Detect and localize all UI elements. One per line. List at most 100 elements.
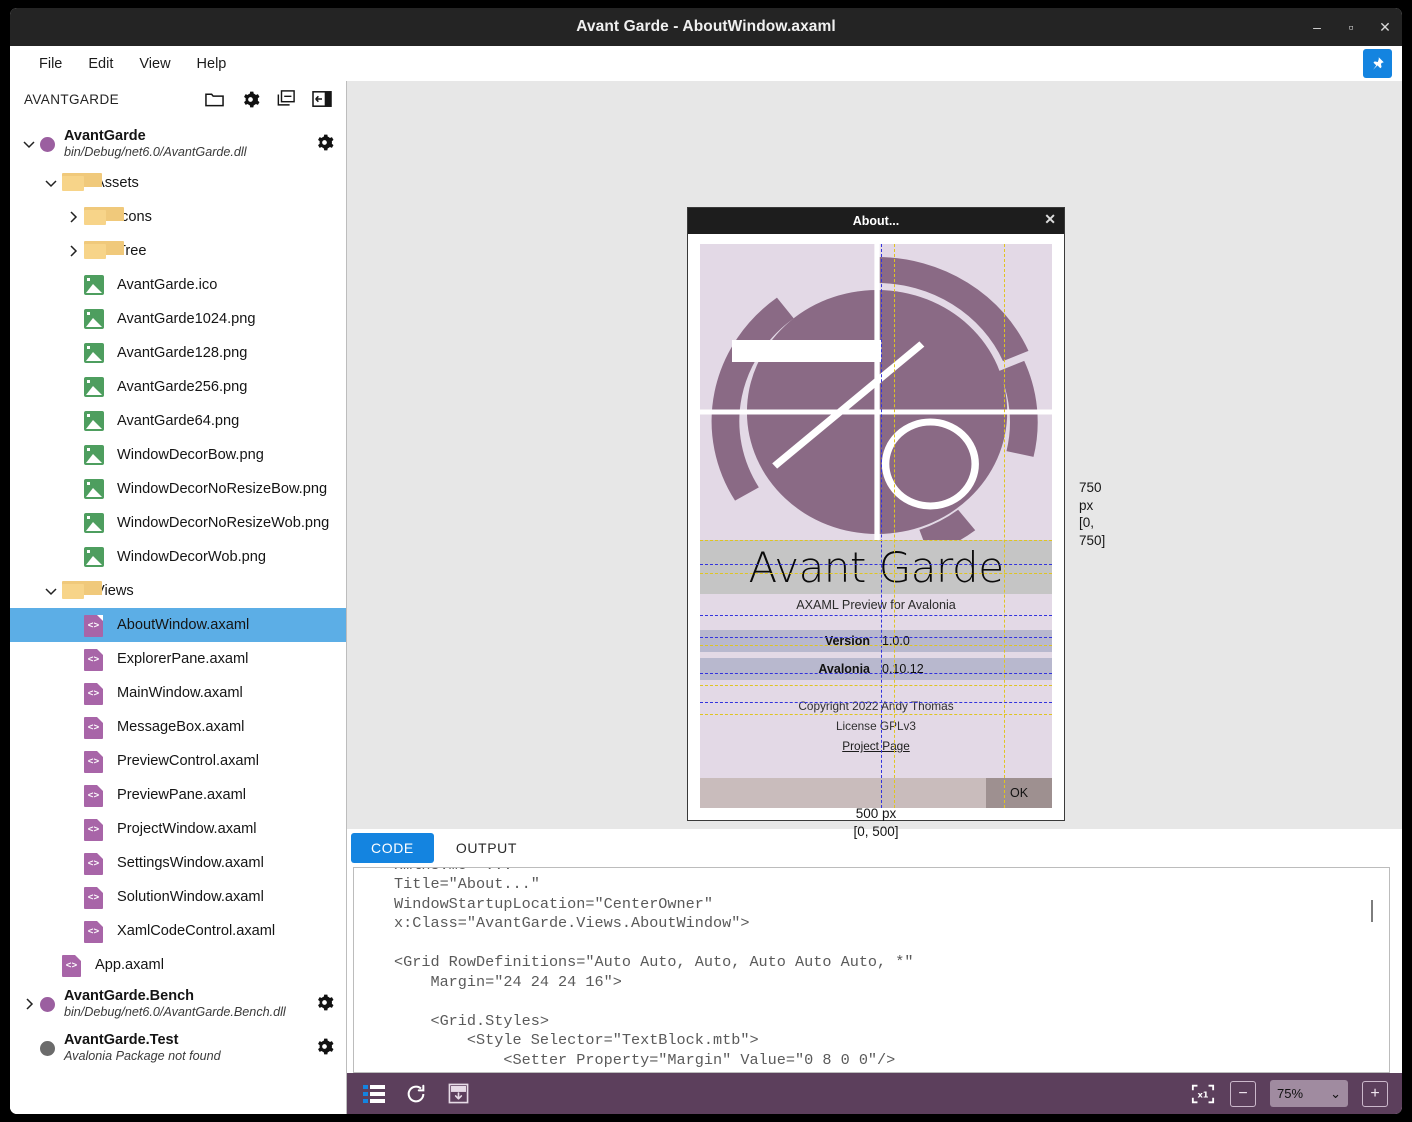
tree-item[interactable]: AvantGarde128.png	[10, 336, 346, 370]
image-file-icon	[84, 376, 104, 397]
tree-item[interactable]: AvantGarde1024.png	[10, 302, 346, 336]
chevron-down-icon: ⌄	[1330, 1085, 1341, 1101]
file-icon-slot: <>	[84, 920, 108, 943]
tree-item[interactable]: Tree	[10, 234, 346, 268]
tab-code[interactable]: CODE	[351, 833, 434, 863]
project-path: bin/Debug/net6.0/AvantGarde.Bench.dll	[64, 1005, 286, 1020]
code-editor[interactable]: xmlns:mc="..." Title="About..." WindowSt…	[353, 867, 1390, 1073]
tree-item[interactable]: <> PreviewControl.axaml	[10, 744, 346, 778]
project-page-link[interactable]: Project Page	[700, 736, 1052, 756]
tree-item-label: SolutionWindow.axaml	[117, 889, 264, 905]
file-icon-slot	[84, 308, 108, 330]
zoom-in-button[interactable]: +	[1362, 1080, 1388, 1107]
tree-item-label: AvantGarde128.png	[117, 345, 248, 361]
tree-item-label: App.axaml	[95, 957, 164, 973]
tree-item[interactable]: AvantGarde bin/Debug/net6.0/AvantGarde.dl…	[10, 122, 346, 166]
maximize-button[interactable]: ▫	[1334, 8, 1368, 46]
tree-item[interactable]: WindowDecorNoResizeWob.png	[10, 506, 346, 540]
application-window: Avant Garde - AboutWindow.axaml – ▫ ✕ Fi…	[10, 8, 1402, 1114]
tree-item[interactable]: <> MessageBox.axaml	[10, 710, 346, 744]
collapse-all-icon[interactable]	[276, 89, 296, 109]
tree-item-label: MainWindow.axaml	[117, 685, 243, 701]
tree-item[interactable]: Icons	[10, 200, 346, 234]
tree-item[interactable]: WindowDecorBow.png	[10, 438, 346, 472]
preview-viewport: About... ✕ Avant Garde AXAML Preview for…	[687, 207, 1105, 839]
zoom-out-button[interactable]: −	[1230, 1080, 1256, 1107]
chevron-right-icon[interactable]	[18, 997, 40, 1011]
chevron-down-icon[interactable]	[40, 176, 62, 190]
dimension-width-px: 500 px	[855, 806, 897, 821]
settings-gear-icon[interactable]	[240, 89, 260, 109]
tree-item-selected[interactable]: <> AboutWindow.axaml	[10, 608, 346, 642]
menu-file[interactable]: File	[26, 52, 75, 76]
fit-to-actual-size-icon[interactable]: x1	[1190, 1081, 1216, 1107]
project-tree[interactable]: AvantGarde bin/Debug/net6.0/AvantGarde.dl…	[10, 117, 346, 1114]
tree-item[interactable]: WindowDecorWob.png	[10, 540, 346, 574]
file-icon-slot	[84, 478, 108, 500]
tree-item[interactable]: <> XamlCodeControl.axaml	[10, 914, 346, 948]
file-icon-slot: <>	[84, 886, 108, 909]
close-button[interactable]: ✕	[1368, 8, 1402, 46]
file-icon-slot	[84, 342, 108, 364]
chevron-right-icon[interactable]	[62, 210, 84, 224]
code-caret	[1371, 900, 1373, 922]
tree-item[interactable]: AvantGarde64.png	[10, 404, 346, 438]
tree-item[interactable]: <> ProjectWindow.axaml	[10, 812, 346, 846]
tree-item[interactable]: AvantGarde.Bench bin/Debug/net6.0/AvantGa…	[10, 982, 346, 1026]
tree-item-label: ProjectWindow.axaml	[117, 821, 257, 837]
xaml-file-icon: <>	[84, 818, 103, 841]
chevron-right-icon[interactable]	[62, 244, 84, 258]
list-view-icon[interactable]	[361, 1081, 387, 1107]
tree-item[interactable]: <> SolutionWindow.axaml	[10, 880, 346, 914]
folder-icon	[84, 206, 124, 225]
preview-window: About... ✕ Avant Garde AXAML Preview for…	[687, 207, 1065, 821]
tree-item[interactable]: <> App.axaml	[10, 948, 346, 982]
preview-toolbar: x1 − 75% ⌄ +	[347, 1073, 1402, 1114]
menu-edit[interactable]: Edit	[75, 52, 126, 76]
tree-item-label: MessageBox.axaml	[117, 719, 245, 735]
open-folder-icon[interactable]	[204, 89, 224, 109]
project-settings-gear-icon[interactable]	[315, 993, 334, 1016]
tree-item-label: AvantGarde1024.png	[117, 311, 256, 327]
tree-item[interactable]: <> MainWindow.axaml	[10, 676, 346, 710]
menu-help[interactable]: Help	[184, 52, 240, 76]
xaml-file-icon: <>	[84, 716, 103, 739]
tree-item-label: PreviewPane.axaml	[117, 787, 246, 803]
preview-canvas[interactable]: About... ✕ Avant Garde AXAML Preview for…	[347, 81, 1402, 839]
chevron-down-icon[interactable]	[40, 584, 62, 598]
file-icon-slot	[84, 546, 108, 568]
sidebar-title: AVANTGARDE	[24, 91, 120, 107]
tree-item-label: PreviewControl.axaml	[117, 753, 259, 769]
pin-icon[interactable]	[1363, 49, 1392, 78]
file-icon-slot: <>	[84, 852, 108, 875]
save-image-icon[interactable]	[445, 1081, 471, 1107]
tree-item[interactable]: Views	[10, 574, 346, 608]
minimize-button[interactable]: –	[1300, 8, 1334, 46]
tree-item[interactable]: AvantGarde256.png	[10, 370, 346, 404]
chevron-down-icon[interactable]	[18, 137, 40, 151]
zoom-level-select[interactable]: 75% ⌄	[1270, 1080, 1348, 1107]
title-bar: Avant Garde - AboutWindow.axaml – ▫ ✕	[10, 8, 1402, 46]
svg-text:x1: x1	[1197, 1089, 1208, 1099]
window-title: Avant Garde - AboutWindow.axaml	[576, 18, 836, 35]
tree-item[interactable]: <> PreviewPane.axaml	[10, 778, 346, 812]
tab-output[interactable]: OUTPUT	[436, 833, 537, 863]
tree-item[interactable]: AvantGarde.Test Avalonia Package not foun…	[10, 1026, 346, 1070]
project-settings-gear-icon[interactable]	[315, 1037, 334, 1060]
refresh-icon[interactable]	[403, 1081, 429, 1107]
tree-item[interactable]: WindowDecorNoResizeBow.png	[10, 472, 346, 506]
toggle-pane-icon[interactable]	[312, 89, 332, 109]
tree-item-label: WindowDecorNoResizeWob.png	[117, 515, 330, 531]
project-settings-gear-icon[interactable]	[315, 133, 334, 156]
menu-bar: File Edit View Help	[10, 46, 1402, 81]
xaml-file-icon: <>	[84, 614, 103, 637]
tree-item[interactable]: <> ExplorerPane.axaml	[10, 642, 346, 676]
menu-view[interactable]: View	[126, 52, 183, 76]
project-status-dot	[40, 136, 55, 152]
dimension-height-range: [0, 750]	[1079, 515, 1106, 548]
tree-item[interactable]: Assets	[10, 166, 346, 200]
ok-button[interactable]: OK	[986, 778, 1052, 808]
tree-item[interactable]: <> SettingsWindow.axaml	[10, 846, 346, 880]
tree-item[interactable]: AvantGarde.ico	[10, 268, 346, 302]
preview-close-icon[interactable]: ✕	[1044, 211, 1056, 228]
